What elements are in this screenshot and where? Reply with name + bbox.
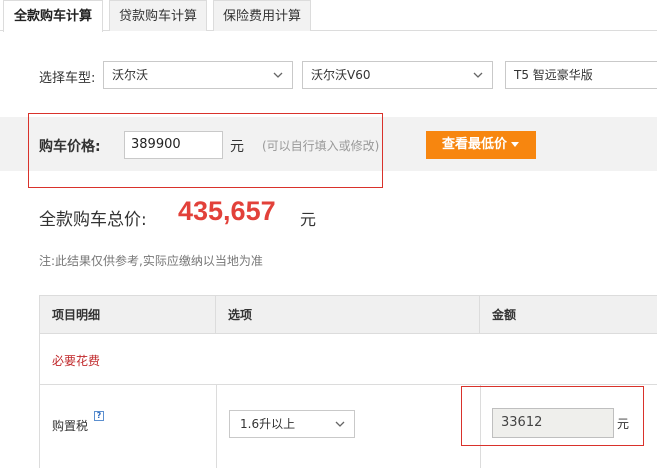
- price-unit: 元: [230, 139, 244, 155]
- header-item: 项目明细: [40, 296, 216, 334]
- disclaimer-note: 注:此结果仅供参考,实际应缴纳以当地为准: [39, 254, 263, 268]
- brand-select[interactable]: 沃尔沃: [103, 61, 293, 89]
- check-lowest-price-label: 查看最低价: [442, 137, 508, 152]
- question-icon[interactable]: ?: [94, 411, 104, 421]
- purchase-tax-label: 购置税: [52, 419, 89, 433]
- tab-loan[interactable]: 贷款购车计算: [109, 0, 207, 31]
- tab-bar: 全款购车计算 贷款购车计算 保险费用计算: [0, 0, 657, 32]
- model-select-row: 选择车型: 沃尔沃 沃尔沃V60 T5 智远豪华版: [0, 61, 657, 89]
- brand-select-value: 沃尔沃: [112, 68, 149, 82]
- check-lowest-price-button[interactable]: 查看最低价: [426, 131, 536, 159]
- section-row-required: 必要花费: [40, 334, 657, 385]
- section-label: 必要花费: [52, 354, 101, 368]
- trim-select[interactable]: T5 智远豪华版: [505, 61, 657, 89]
- total-label: 全款购车总价:: [39, 210, 147, 230]
- chevron-down-icon: [273, 72, 283, 78]
- total-value: 435,657: [178, 196, 276, 226]
- table-header: 项目明细 选项 金额: [40, 296, 657, 334]
- cell-divider: [216, 385, 217, 468]
- chevron-down-icon: [473, 72, 483, 78]
- purchase-tax-amount-field[interactable]: 33612: [492, 408, 614, 438]
- amount-unit: 元: [617, 417, 630, 431]
- total-unit: 元: [300, 210, 317, 229]
- trim-select-value: T5 智远豪华版: [514, 68, 593, 82]
- price-hint: (可以自行填入或修改): [262, 139, 380, 153]
- series-select[interactable]: 沃尔沃V60: [302, 61, 493, 89]
- tab-full-payment[interactable]: 全款购车计算: [3, 0, 103, 32]
- displacement-select[interactable]: 1.6升以上: [229, 410, 355, 438]
- chevron-down-icon: [335, 421, 345, 427]
- model-select-label: 选择车型:: [39, 71, 96, 86]
- caret-down-icon: [511, 142, 519, 147]
- header-option: 选项: [216, 296, 480, 334]
- series-select-value: 沃尔沃V60: [311, 68, 371, 82]
- tab-insurance[interactable]: 保险费用计算: [213, 0, 311, 31]
- price-input[interactable]: 389900: [124, 131, 223, 159]
- header-amount: 金额: [492, 308, 517, 322]
- price-label: 购车价格:: [39, 139, 101, 155]
- displacement-select-value: 1.6升以上: [240, 417, 296, 431]
